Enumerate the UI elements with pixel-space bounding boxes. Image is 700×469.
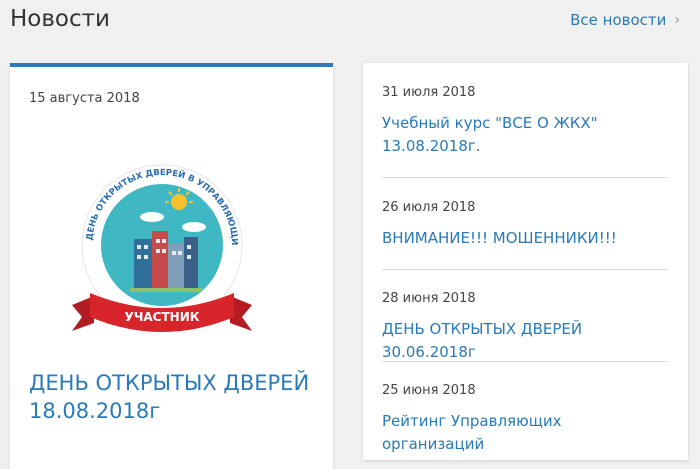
news-list-card: 31 июля 2018 Учебный курс "ВСЕ О ЖКХ" 13… xyxy=(363,63,688,460)
news-title-link[interactable]: ДЕНЬ ОТКРЫТЫХ ДВЕРЕЙ 30.06.2018г xyxy=(382,318,668,364)
list-item[interactable]: 28 июня 2018 ДЕНЬ ОТКРЫТЫХ ДВЕРЕЙ 30.06.… xyxy=(382,291,668,364)
featured-date: 15 августа 2018 xyxy=(29,91,140,106)
list-item[interactable]: 25 июня 2018 Рейтинг Управляющих организ… xyxy=(382,383,668,456)
divider xyxy=(382,177,668,178)
featured-title-link[interactable]: ДЕНЬ ОТКРЫТЫХ ДВЕРЕЙ 18.08.2018г xyxy=(29,369,319,425)
all-news-link[interactable]: Все новости › xyxy=(570,11,680,29)
list-item[interactable]: 31 июля 2018 Учебный курс "ВСЕ О ЖКХ" 13… xyxy=(382,85,668,158)
chevron-right-icon: › xyxy=(674,12,680,28)
news-date: 26 июля 2018 xyxy=(382,200,476,215)
list-item[interactable]: 26 июля 2018 ВНИМАНИЕ!!! МОШЕННИКИ!!! xyxy=(382,200,668,250)
news-title-link[interactable]: ВНИМАНИЕ!!! МОШЕННИКИ!!! xyxy=(382,227,668,250)
all-news-label: Все новости xyxy=(570,11,667,29)
page-title: Новости xyxy=(10,6,110,32)
divider xyxy=(382,361,668,362)
emblem-ribbon-text: УЧАСТНИК xyxy=(124,310,199,324)
news-date: 25 июня 2018 xyxy=(382,383,476,398)
news-title-link[interactable]: Рейтинг Управляющих организаций xyxy=(382,410,668,456)
open-day-emblem: ДЕНЬ ОТКРЫТЫХ ДВЕРЕЙ В УПРАВЛЯЮЩИХ КОМПА… xyxy=(68,146,252,333)
featured-news-card[interactable]: 15 августа 2018 ДЕНЬ ОТКРЫТЫХ ДВЕРЕЙ В У… xyxy=(10,63,333,469)
news-date: 28 июня 2018 xyxy=(382,291,476,306)
news-title-link[interactable]: Учебный курс "ВСЕ О ЖКХ" 13.08.2018г. xyxy=(382,112,668,158)
news-date: 31 июля 2018 xyxy=(382,85,476,100)
divider xyxy=(382,269,668,270)
